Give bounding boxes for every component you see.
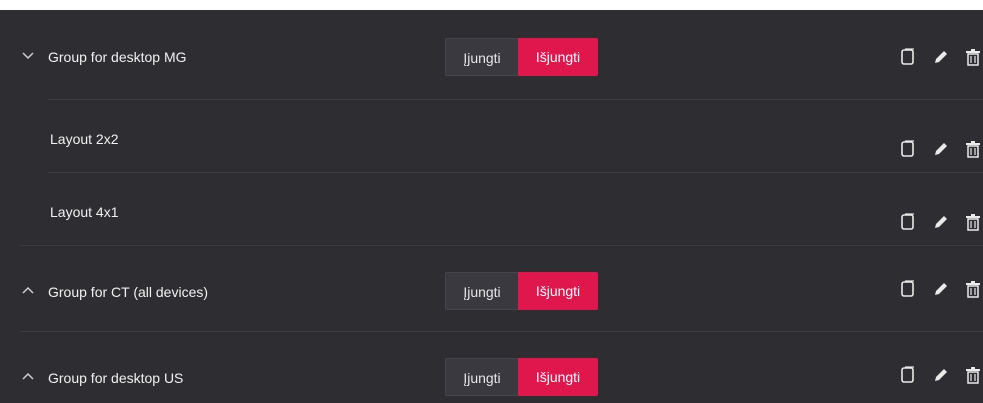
- group-toggle: Įjungti Išjungti: [445, 358, 598, 396]
- group-name: Group for CT (all devices): [48, 284, 209, 300]
- layout-name: Layout 2x2: [50, 131, 119, 147]
- enable-button[interactable]: Įjungti: [445, 358, 518, 396]
- copy-icon[interactable]: [898, 138, 918, 160]
- row-actions: [898, 46, 983, 68]
- group-name: Group for desktop US: [48, 370, 184, 386]
- delete-icon[interactable]: [963, 211, 983, 233]
- copy-icon[interactable]: [898, 211, 918, 233]
- group-toggle: Įjungti Išjungti: [445, 272, 598, 310]
- row-actions: [898, 278, 983, 300]
- group-row: Group for desktop MG Įjungti Išjungti: [0, 10, 983, 99]
- group-row: Group for desktop US Įjungti Išjungti: [0, 332, 983, 403]
- row-actions: [898, 211, 983, 233]
- disable-button[interactable]: Išjungti: [518, 272, 598, 310]
- layout-row: Layout 4x1: [0, 173, 983, 245]
- delete-icon[interactable]: [963, 278, 983, 300]
- edit-icon[interactable]: [931, 364, 951, 386]
- edit-icon[interactable]: [931, 211, 951, 233]
- disable-button[interactable]: Išjungti: [518, 358, 598, 396]
- enable-button[interactable]: Įjungti: [445, 272, 518, 310]
- edit-icon[interactable]: [931, 46, 951, 68]
- delete-icon[interactable]: [963, 364, 983, 386]
- chevron-up-icon[interactable]: [20, 282, 36, 298]
- copy-icon[interactable]: [898, 46, 918, 68]
- chevron-up-icon[interactable]: [20, 368, 36, 384]
- edit-icon[interactable]: [931, 278, 951, 300]
- enable-button[interactable]: Įjungti: [445, 38, 518, 76]
- group-row: Group for CT (all devices) Įjungti Išjun…: [0, 246, 983, 331]
- group-list-panel: Group for desktop MG Įjungti Išjungti La…: [0, 10, 983, 403]
- row-actions: [898, 364, 983, 386]
- group-name: Group for desktop MG: [48, 49, 187, 65]
- chevron-down-icon[interactable]: [20, 48, 36, 64]
- delete-icon[interactable]: [963, 46, 983, 68]
- layout-name: Layout 4x1: [50, 204, 119, 220]
- group-toggle: Įjungti Išjungti: [445, 38, 598, 76]
- copy-icon[interactable]: [898, 364, 918, 386]
- edit-icon[interactable]: [931, 138, 951, 160]
- disable-button[interactable]: Išjungti: [518, 38, 598, 76]
- layout-row: Layout 2x2: [0, 100, 983, 172]
- row-actions: [898, 138, 983, 160]
- delete-icon[interactable]: [963, 138, 983, 160]
- copy-icon[interactable]: [898, 278, 918, 300]
